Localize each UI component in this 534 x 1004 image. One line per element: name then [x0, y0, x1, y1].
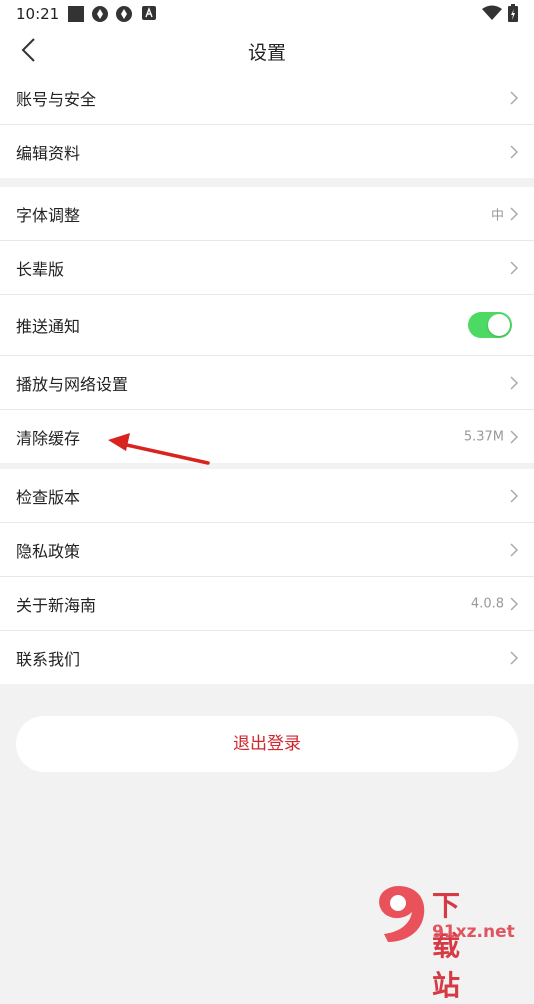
settings-item-label: 编辑资料 — [16, 143, 81, 163]
settings-item-font-size[interactable]: 字体调整 中 — [0, 187, 534, 241]
settings-item-push-notifications: 推送通知 — [0, 295, 534, 356]
settings-item-check-version[interactable]: 检查版本 — [0, 469, 534, 523]
chevron-right-icon — [510, 488, 519, 503]
settings-item-label: 字体调整 — [16, 205, 81, 225]
status-bar: 10:21 — [0, 0, 534, 28]
settings-item-about[interactable]: 关于新海南 4.0.8 — [0, 577, 534, 631]
settings-item-label: 联系我们 — [16, 649, 81, 669]
status-time: 10:21 — [16, 5, 60, 23]
settings-item-label: 推送通知 — [16, 317, 81, 336]
annotation-arrow-icon — [108, 433, 210, 465]
a-badge-icon — [142, 6, 156, 20]
chevron-right-icon — [510, 650, 519, 665]
watermark-url: 91xz.net — [432, 922, 515, 942]
version-value: 4.0.8 — [470, 596, 504, 611]
settings-item-clear-cache[interactable]: 清除缓存 5.37M — [0, 410, 534, 463]
app-notification-icon — [92, 6, 108, 22]
settings-item-label: 账号与安全 — [16, 90, 97, 109]
chevron-right-icon — [510, 144, 519, 159]
settings-item-edit-profile[interactable]: 编辑资料 — [0, 125, 534, 178]
chevron-right-icon — [510, 375, 519, 390]
settings-group-display: 字体调整 中 长辈版 推送通知 播放与网络设置 清除缓存 5.37M — [0, 187, 534, 463]
cache-size-value: 5.37M — [463, 429, 504, 444]
page-title: 设置 — [247, 42, 286, 64]
settings-item-label: 隐私政策 — [16, 541, 81, 561]
settings-item-label: 长辈版 — [16, 259, 65, 279]
settings-item-privacy-policy[interactable]: 隐私政策 — [0, 523, 534, 577]
header: 设置 — [0, 28, 534, 72]
chevron-right-icon — [510, 542, 519, 557]
battery-icon — [508, 4, 518, 22]
chevron-right-icon — [510, 429, 519, 444]
toggle-knob — [488, 314, 510, 336]
settings-item-account-security[interactable]: 账号与安全 — [0, 72, 534, 125]
chevron-right-icon — [510, 91, 519, 105]
chevron-right-icon — [510, 596, 519, 611]
settings-group-about: 检查版本 隐私政策 关于新海南 4.0.8 联系我们 — [0, 469, 534, 684]
wifi-icon — [482, 5, 502, 20]
app-notification-icon-2 — [116, 6, 132, 22]
watermark: 下载站 91xz.net — [368, 882, 515, 1002]
settings-item-contact-us[interactable]: 联系我们 — [0, 631, 534, 684]
settings-group-account: 账号与安全 编辑资料 — [0, 72, 534, 178]
chevron-right-icon — [510, 206, 519, 221]
font-size-value: 中 — [490, 208, 504, 223]
settings-item-label: 检查版本 — [16, 487, 81, 507]
notification-square-icon — [68, 6, 84, 22]
logout-button[interactable]: 退出登录 — [16, 716, 518, 772]
push-notification-toggle[interactable] — [468, 312, 512, 338]
settings-item-label: 播放与网络设置 — [16, 374, 129, 394]
settings-item-label: 关于新海南 — [16, 595, 97, 615]
settings-item-elder-mode[interactable]: 长辈版 — [0, 241, 534, 295]
settings-item-playback-network[interactable]: 播放与网络设置 — [0, 356, 534, 410]
chevron-right-icon — [510, 260, 519, 275]
watermark-brand: 下载站 — [432, 889, 461, 1002]
watermark-logo-icon — [379, 886, 425, 942]
settings-item-label: 清除缓存 — [16, 428, 81, 448]
